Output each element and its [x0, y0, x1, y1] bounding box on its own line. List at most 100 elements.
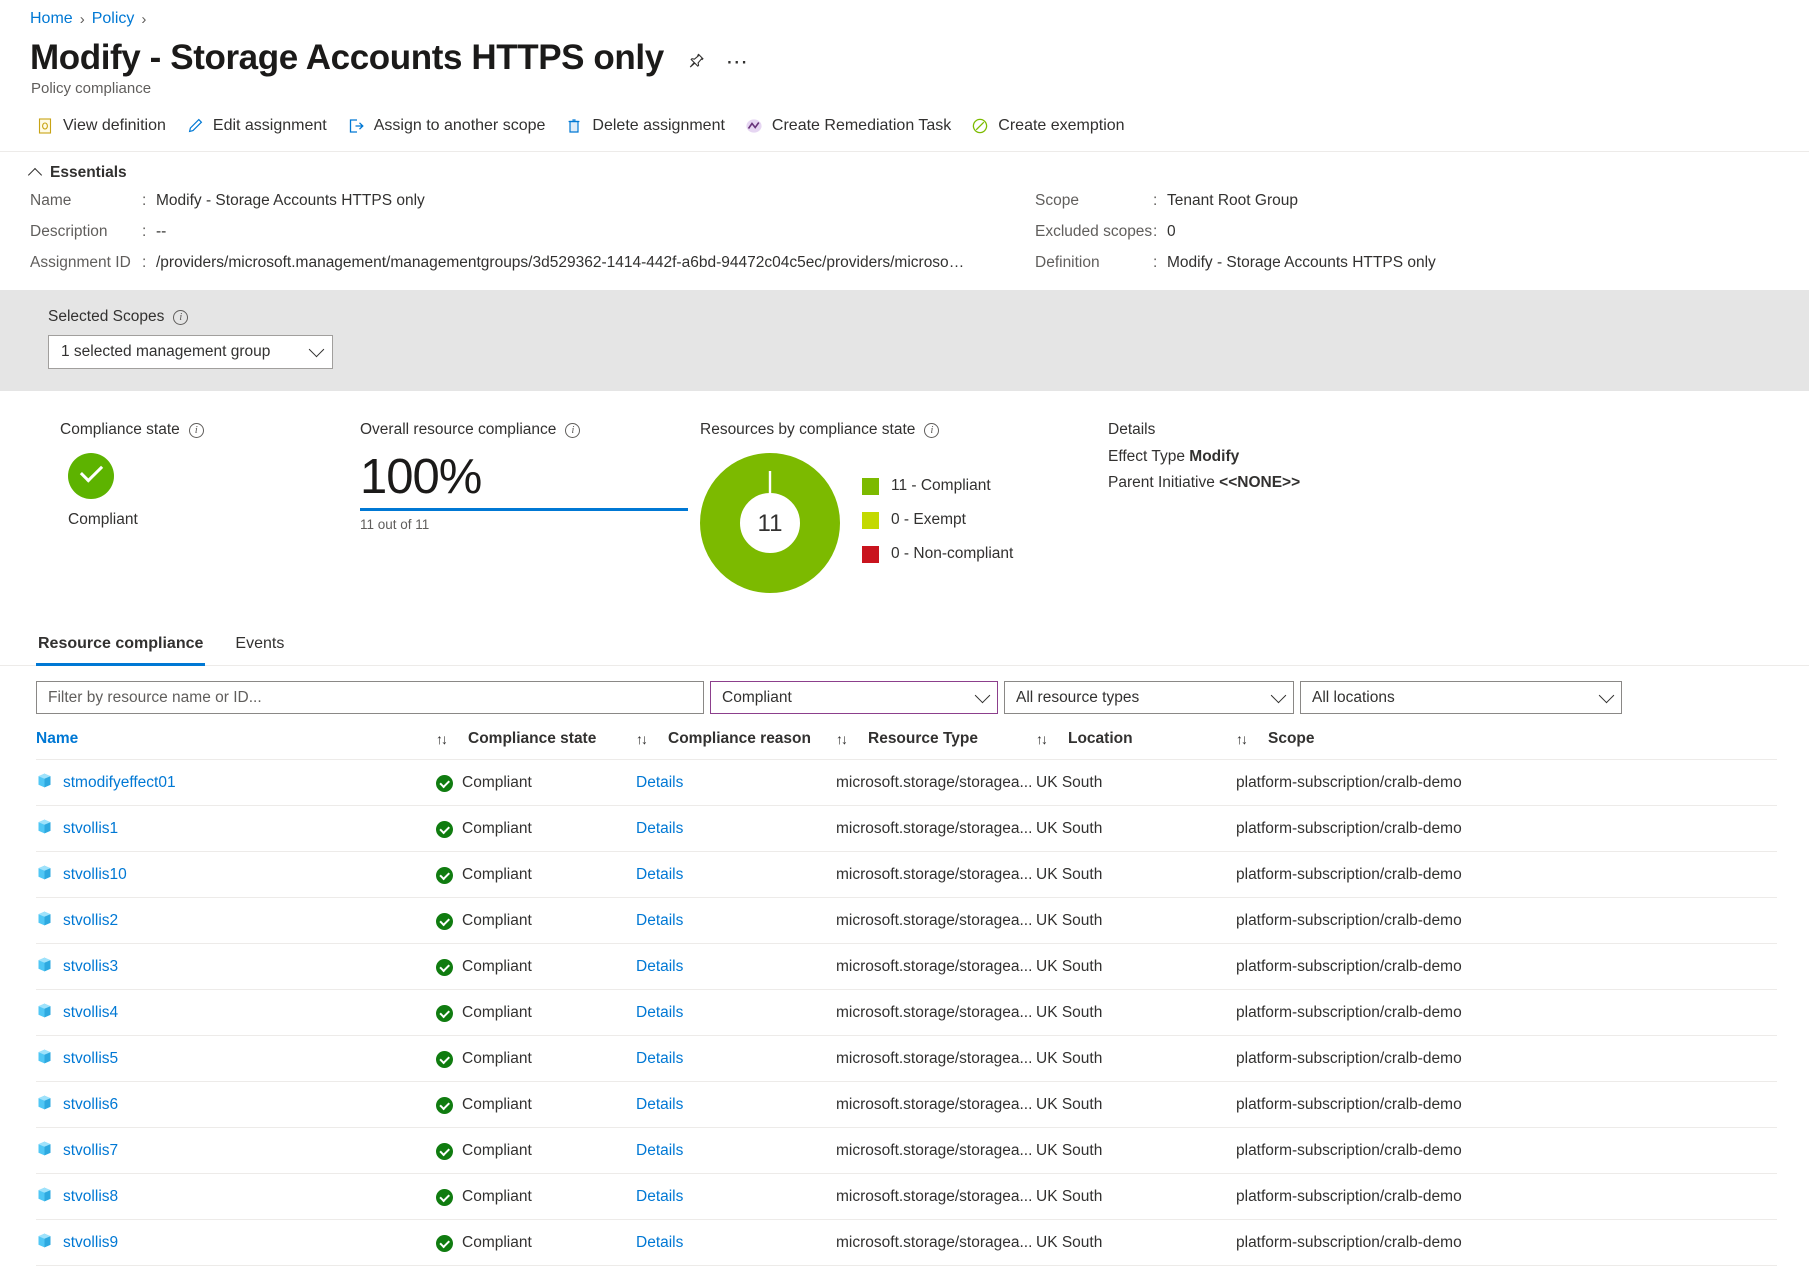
location-filter[interactable]: All locations [1300, 681, 1622, 715]
column-header-scope[interactable]: ↑↓ Scope [1236, 730, 1777, 761]
selected-scopes-value: 1 selected management group [61, 343, 271, 361]
resource-name-link[interactable]: stvollis2 [63, 912, 118, 930]
details-link[interactable]: Details [636, 1188, 683, 1205]
page-title: Modify - Storage Accounts HTTPS only [30, 38, 664, 77]
compliance-state-text: Compliant [462, 1234, 532, 1252]
cell-name: stvollis7 [36, 1127, 436, 1175]
table-body: stmodifyeffect01 Compliant Details microsof… [36, 759, 1777, 1267]
delete-assignment-button[interactable]: Delete assignment [559, 113, 739, 139]
cell-compliance-reason: Details [636, 1219, 836, 1267]
info-icon[interactable]: i [924, 422, 940, 438]
details-link[interactable]: Details [636, 958, 683, 975]
sort-updown-icon[interactable]: ↑↓ [836, 731, 848, 747]
column-header-name[interactable]: Name [36, 730, 436, 761]
cell-compliance-reason: Details [636, 759, 836, 807]
cell-resource-type: microsoft.storage/storagea... [836, 805, 1036, 853]
details-link[interactable]: Details [636, 1096, 683, 1113]
sort-updown-icon[interactable]: ↑↓ [436, 731, 448, 747]
column-header-location[interactable]: ↑↓ Location [1036, 730, 1236, 761]
cell-compliance-reason: Details [636, 1081, 836, 1129]
compliance-state-text: Compliant [462, 1096, 532, 1114]
sort-updown-icon[interactable]: ↑↓ [636, 731, 648, 747]
breadcrumb-item-policy[interactable]: Policy [92, 10, 135, 28]
green-check-circle-icon [436, 1096, 453, 1114]
storage-account-icon [36, 818, 53, 840]
cell-location: UK South [1036, 1173, 1236, 1221]
resource-name-link[interactable]: stvollis4 [63, 1004, 118, 1022]
pin-icon[interactable] [686, 52, 706, 72]
sort-updown-icon[interactable]: ↑↓ [1036, 731, 1048, 747]
details-link[interactable]: Details [636, 1050, 683, 1067]
cell-compliance-reason: Details [636, 989, 836, 1037]
details-link[interactable]: Details [636, 1004, 683, 1021]
pencil-icon [186, 117, 204, 135]
resource-name-link[interactable]: stvollis5 [63, 1050, 118, 1068]
details-link[interactable]: Details [636, 774, 683, 791]
cell-name: stvollis4 [36, 989, 436, 1037]
cell-resource-type: microsoft.storage/storagea... [836, 943, 1036, 991]
cell-compliance-reason: Details [636, 943, 836, 991]
compliance-state-filter-value: Compliant [722, 688, 792, 706]
create-remediation-task-button[interactable]: Create Remediation Task [739, 113, 965, 139]
info-icon[interactable]: i [565, 422, 581, 438]
breadcrumb-item-home[interactable]: Home [30, 10, 73, 28]
tab-resource-compliance[interactable]: Resource compliance [36, 635, 206, 667]
colon: : [1153, 254, 1158, 272]
colon: : [1153, 192, 1158, 210]
assign-to-another-scope-button[interactable]: Assign to another scope [341, 113, 560, 139]
storage-account-icon [36, 1186, 53, 1208]
chevron-down-icon [308, 341, 325, 358]
resource-type-text: microsoft.storage/storagea... [836, 1096, 1033, 1114]
compliance-state-filter[interactable]: Compliant [710, 681, 998, 715]
details-link[interactable]: Details [636, 912, 683, 929]
resource-type-filter[interactable]: All resource types [1004, 681, 1294, 715]
storage-account-icon [36, 772, 53, 794]
view-definition-button[interactable]: View definition [30, 113, 180, 139]
column-header-compliance-state[interactable]: ↑↓ Compliance state [436, 730, 636, 761]
resource-type-text: microsoft.storage/storagea... [836, 912, 1033, 930]
legend-item-exempt: 0 - Exempt [862, 511, 1013, 529]
resource-name-link[interactable]: stvollis3 [63, 958, 118, 976]
scope-text: platform-subscription/cralb-demo [1236, 1096, 1462, 1114]
colon: : [1153, 223, 1158, 241]
compliance-state-text: Compliant [462, 866, 532, 884]
resource-name-link[interactable]: stmodifyeffect01 [63, 774, 176, 792]
essentials-scope-row: Scope : Tenant Root Group [1035, 192, 1809, 210]
location-text: UK South [1036, 1188, 1103, 1206]
details-link[interactable]: Details [636, 820, 683, 837]
compliance-state-text: Compliant [462, 958, 532, 976]
column-header-resource-type[interactable]: ↑↓ Resource Type [836, 730, 1036, 761]
details-link[interactable]: Details [636, 1234, 683, 1251]
selected-scopes-dropdown[interactable]: 1 selected management group [48, 335, 333, 370]
column-header-compliance-reason[interactable]: ↑↓ Compliance reason [636, 730, 836, 761]
cell-location: UK South [1036, 989, 1236, 1037]
scope-text: platform-subscription/cralb-demo [1236, 1050, 1462, 1068]
export-arrow-icon [347, 117, 365, 135]
cell-resource-type: microsoft.storage/storagea... [836, 1173, 1036, 1221]
cell-scope: platform-subscription/cralb-demo [1236, 943, 1777, 991]
resource-type-text: microsoft.storage/storagea... [836, 958, 1033, 976]
resource-name-link[interactable]: stvollis9 [63, 1234, 118, 1252]
breadcrumb: Home › Policy › [0, 0, 1809, 30]
details-link[interactable]: Details [636, 866, 683, 883]
essentials-excluded-scopes-value: 0 [1167, 223, 1176, 241]
info-icon[interactable]: i [173, 309, 189, 325]
storage-account-icon [36, 910, 53, 932]
essentials-toggle[interactable]: Essentials [0, 152, 127, 192]
sort-updown-icon[interactable]: ↑↓ [1236, 731, 1248, 747]
info-icon[interactable]: i [188, 422, 204, 438]
resource-name-link[interactable]: stvollis8 [63, 1188, 118, 1206]
search-input[interactable]: Filter by resource name or ID... [36, 681, 704, 715]
create-exemption-button[interactable]: Create exemption [965, 113, 1138, 139]
overall-compliance-heading-row: Overall resource compliance i [360, 421, 700, 439]
cell-resource-type: microsoft.storage/storagea... [836, 759, 1036, 807]
resource-name-link[interactable]: stvollis6 [63, 1096, 118, 1114]
tab-events[interactable]: Events [233, 635, 286, 666]
resource-name-link[interactable]: stvollis1 [63, 820, 118, 838]
details-link[interactable]: Details [636, 1142, 683, 1159]
title-actions: ⋯ [686, 44, 748, 73]
edit-assignment-button[interactable]: Edit assignment [180, 113, 341, 139]
resource-name-link[interactable]: stvollis10 [63, 866, 127, 884]
ellipsis-icon[interactable]: ⋯ [726, 51, 748, 73]
resource-name-link[interactable]: stvollis7 [63, 1142, 118, 1160]
